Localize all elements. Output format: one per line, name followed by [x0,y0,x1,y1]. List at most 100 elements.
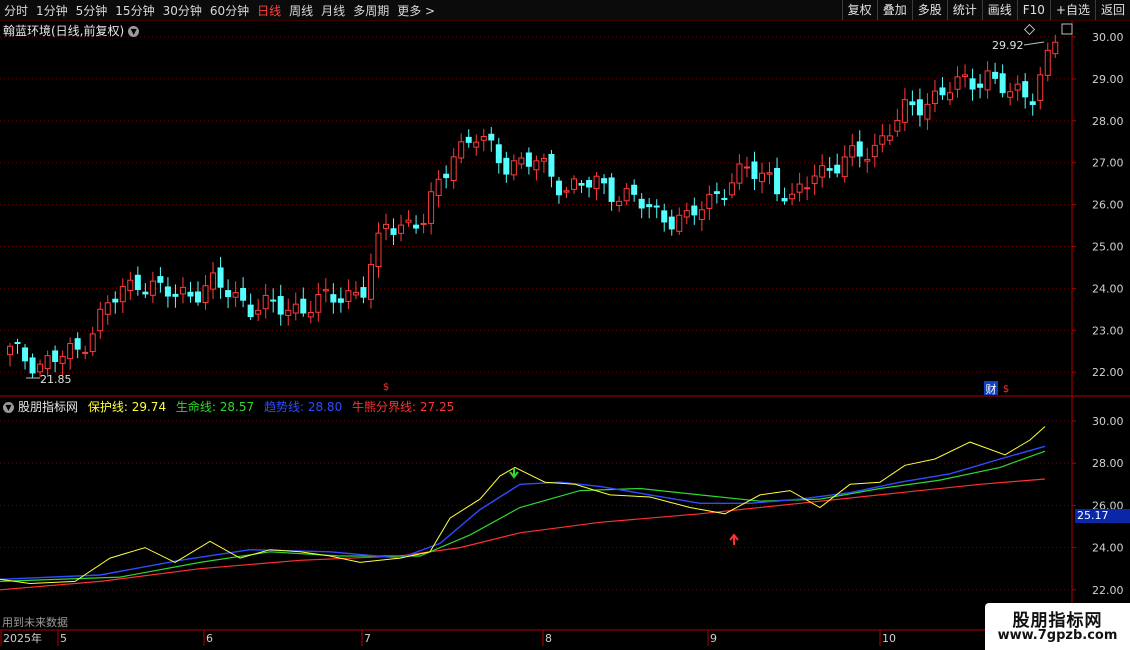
f10-button[interactable]: F10 [1016,0,1050,20]
candle [127,271,134,300]
tab-monthly[interactable]: 月线 [317,2,349,19]
tab-15min[interactable]: 15分钟 [111,2,158,19]
tab-weekly[interactable]: 周线 [285,2,317,19]
candle [134,266,141,296]
trend-line [0,445,1046,580]
price-tick-label: 25.00 [1092,241,1124,254]
candle [571,175,577,194]
candle-body [992,71,999,79]
candle-body [37,363,44,373]
buy-signal-arrow [729,533,739,545]
candle [683,202,690,225]
candle [195,281,201,306]
candle [849,134,856,167]
toolbar-buttons: 复权 叠加 多股 统计 画线 F10 +自选 返回 [841,0,1130,20]
tab-multi-period[interactable]: 多周期 [349,2,393,19]
candle [939,77,946,100]
candle [743,156,750,178]
candle [984,61,991,99]
chevron-down-icon[interactable]: ▼ [128,26,140,37]
candle-body [962,74,969,78]
candle [59,350,66,376]
candle [721,189,728,206]
indicator-name[interactable]: 股朋指标网 [18,400,78,414]
candle [616,196,623,212]
candle [307,300,314,324]
candle [894,108,901,137]
chevron-down-icon[interactable]: ▼ [3,402,14,413]
candle-body [315,294,322,313]
candle-body [97,308,104,332]
candle-body [7,345,13,356]
site-watermark: 股朋指标网 www.7gpzb.com [985,603,1130,650]
candle [540,153,547,173]
candle [646,198,653,219]
candle [503,151,510,183]
candle-body [931,90,938,105]
candle [864,147,871,173]
candle-body [661,210,668,223]
candle [1052,34,1059,59]
candle-body [623,188,630,202]
overlay-button[interactable]: 叠加 [876,0,912,20]
candle [947,82,953,105]
candle [789,183,796,206]
finance-marker: 财 [986,382,997,396]
candle-body [345,290,352,302]
candle [774,157,781,202]
candle-body [247,304,254,318]
panel-toggle-icon[interactable] [1061,23,1073,35]
statistics-button[interactable]: 统计 [946,0,982,20]
bull-bear-line-label: 牛熊分界线: [352,400,417,414]
candle [187,281,194,303]
candle-body [210,272,217,290]
candle [796,172,803,202]
draw-line-button[interactable]: 画线 [981,0,1017,20]
candle-body [383,223,389,229]
bull-bear-line-value: 27.25 [419,400,455,414]
diamond-icon[interactable] [1023,23,1036,36]
candle-body [1007,91,1014,98]
candle [352,281,359,300]
candle [435,170,442,208]
candle [555,176,562,204]
candle-body [510,160,517,176]
low-price-label: 21.85 [40,373,72,386]
candle-body [450,156,457,181]
candle-body [367,264,374,300]
candle-body [909,101,916,106]
candle-body [104,302,111,315]
candle [856,130,863,168]
main-chart-title[interactable]: 翰蓝环境(日线,前复权) ▼ [3,22,140,39]
bull-bear-line [0,478,1046,591]
candle [691,197,698,225]
candle [601,174,608,195]
candle-body [413,224,420,229]
chart-canvas[interactable]: 30.00 29.00 28.00 27.00 26.00 25.00 24.00 23.00… [0,0,1130,650]
add-watchlist-button[interactable]: +自选 [1049,0,1095,20]
tab-more[interactable]: 更多 > [393,2,439,19]
tab-1min[interactable]: 1分钟 [32,2,72,19]
tab-intraday[interactable]: 分时 [0,2,32,19]
candle [706,185,713,220]
tab-5min[interactable]: 5分钟 [72,2,112,19]
candle [1007,82,1014,106]
candle-body [999,73,1006,94]
candle [7,342,13,367]
tab-daily[interactable]: 日线 [253,2,285,19]
candle-body [804,187,811,190]
candle [292,292,299,321]
multi-stock-button[interactable]: 多股 [911,0,947,20]
restore-rights-button[interactable]: 复权 [841,0,877,20]
candle [631,179,638,202]
candle [14,338,21,354]
candle-body [796,183,803,193]
candle [22,343,29,370]
candle [240,277,247,308]
candle [277,284,284,326]
back-button[interactable]: 返回 [1094,0,1130,20]
tab-60min[interactable]: 60分钟 [206,2,253,19]
tab-30min[interactable]: 30分钟 [159,2,206,19]
candle [781,187,788,205]
candle [834,153,841,178]
